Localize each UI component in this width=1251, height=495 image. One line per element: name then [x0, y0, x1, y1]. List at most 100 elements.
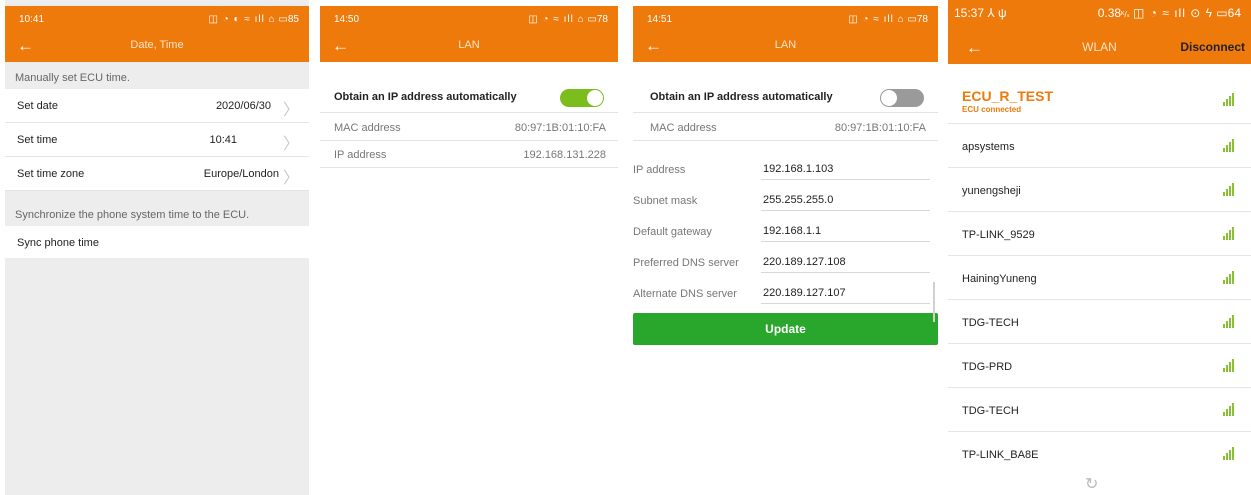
wifi-network-row[interactable]: TDG-PRD: [948, 344, 1251, 388]
mac-value: 80:97:1B:01:10:FA: [514, 122, 606, 134]
auto-ip-label: Obtain an IP address automatically: [334, 91, 517, 103]
battery-icon: ▭: [587, 14, 597, 25]
scrollbar[interactable]: [933, 282, 935, 322]
battery-level: 78: [596, 14, 608, 25]
chevron-right-icon: 〉: [282, 170, 299, 187]
signal-bar: [1223, 368, 1225, 372]
auto-ip-toggle[interactable]: [880, 89, 924, 107]
wifi-signal-icon: [1223, 93, 1235, 106]
signal-bar: [1223, 192, 1225, 196]
manual-caption: Manually set ECU time.: [15, 72, 130, 84]
wifi-signal-icon: [1223, 183, 1235, 196]
mac-value: 80:97:1B:01:10:FA: [834, 122, 926, 134]
signal-bar: [1226, 365, 1228, 372]
status-bar: 10:41 ◫ ◔ ◐ ≈ ıll ⌂ ▭85: [19, 14, 299, 25]
signal-bar: [1223, 324, 1225, 328]
wifi-ssid: apsystems: [962, 141, 1015, 153]
signal-bar: [1226, 277, 1228, 284]
status-indicators: ◫ ◔ ≈ ıll ⌂ ▭78: [848, 14, 928, 25]
subnet-mask-input[interactable]: [761, 189, 930, 211]
signal-bar: [1232, 271, 1234, 284]
wifi-network-row[interactable]: HainingYuneng: [948, 256, 1251, 300]
wifi-network-row[interactable]: apsystems: [948, 124, 1251, 168]
chevron-right-icon: 〉: [282, 102, 299, 119]
wifi-network-row[interactable]: TDG-TECH: [948, 388, 1251, 432]
status-icons: ◫ ◔ ≈ ıll ⌂: [528, 14, 585, 25]
wifi-signal-icon: [1223, 139, 1235, 152]
signal-bar: [1229, 318, 1231, 328]
default-gateway-input[interactable]: [761, 220, 930, 242]
sync-phone-time-row[interactable]: Sync phone time: [5, 226, 309, 258]
wifi-ssid: TDG-PRD: [962, 361, 1013, 373]
field-label: Alternate DNS server: [633, 288, 737, 300]
sync-caption: Synchronize the phone system time to the…: [15, 209, 250, 221]
lan-manual-screen: 14:51 ◫ ◔ ≈ ıll ⌂ ▭78 ← LAN Obtain an IP…: [633, 0, 938, 495]
row-label: Sync phone time: [17, 237, 99, 249]
field-label: IP address: [633, 164, 686, 176]
set-time-zone-row[interactable]: Set time zone Europe/London 〉: [5, 157, 309, 191]
wifi-ssid: TP-LINK_BA8E: [962, 449, 1039, 461]
signal-bar: [1229, 450, 1231, 460]
alternate-dns-input[interactable]: [761, 282, 930, 304]
wifi-signal-icon: [1223, 315, 1235, 328]
signal-bar: [1226, 321, 1228, 328]
preferred-dns-field-row: Preferred DNS server: [633, 248, 938, 278]
disconnect-button[interactable]: Disconnect: [1180, 40, 1245, 54]
mac-address-row: MAC address 80:97:1B:01:10:FA: [633, 113, 938, 141]
signal-bar: [1223, 280, 1225, 284]
battery-level: 78: [916, 14, 928, 25]
toggle-knob: [881, 90, 897, 106]
ip-address-field-row: IP address: [633, 155, 938, 185]
battery-level: 64: [1227, 6, 1241, 20]
ip-address-input[interactable]: [761, 158, 930, 180]
signal-bar: [1229, 406, 1231, 416]
battery-icon: ▭: [907, 14, 917, 25]
row-value: 10:41: [209, 134, 237, 146]
wifi-network-row[interactable]: TP-LINK_BA8E: [948, 432, 1251, 476]
status-time: 10:41: [19, 14, 45, 25]
wifi-signal-icon: [1223, 227, 1235, 240]
status-icons: ◫ ◔ ◐ ≈ ıll ⌂: [208, 14, 276, 25]
wifi-network-row[interactable]: yunengsheji: [948, 168, 1251, 212]
signal-bar: [1232, 403, 1234, 416]
signal-bar: [1232, 315, 1234, 328]
signal-bar: [1223, 412, 1225, 416]
ip-label: IP address: [334, 149, 387, 161]
auto-ip-toggle[interactable]: [560, 89, 604, 107]
mac-label: MAC address: [334, 122, 401, 134]
wifi-signal-icon: [1223, 271, 1235, 284]
app-bar: 14:50 ◫ ◔ ≈ ıll ⌂ ▭78 ← LAN: [320, 6, 618, 62]
battery-level: 85: [287, 14, 299, 25]
app-bar: 10:41 ◫ ◔ ◐ ≈ ıll ⌂ ▭85 ← Date, Time: [5, 6, 309, 62]
app-bar: 14:51 ◫ ◔ ≈ ıll ⌂ ▭78 ← LAN: [633, 6, 938, 62]
mac-label: MAC address: [650, 122, 717, 134]
signal-bar: [1232, 183, 1234, 196]
row-label: Set time: [17, 134, 58, 146]
status-time: 14:51: [647, 14, 673, 25]
signal-bar: [1226, 99, 1228, 106]
signal-bar: [1229, 186, 1231, 196]
signal-bar: [1229, 362, 1231, 372]
alternate-dns-field-row: Alternate DNS server: [633, 279, 938, 309]
network-speed: 0.38: [1097, 6, 1122, 20]
preferred-dns-input[interactable]: [761, 251, 930, 273]
set-time-row[interactable]: Set time 10:41 〉: [5, 123, 309, 157]
battery-icon: ▭: [1216, 6, 1228, 20]
battery-icon: ▭: [278, 14, 288, 25]
signal-bar: [1226, 409, 1228, 416]
refresh-icon[interactable]: ↻: [1085, 474, 1098, 494]
wifi-network-row[interactable]: ECU_R_TEST ECU connected: [948, 78, 1251, 124]
status-icons: ◫ ◔ ≈ ıll ⊙ ϟ: [1133, 6, 1213, 20]
row-value: Europe/London: [203, 168, 279, 180]
update-button[interactable]: Update: [633, 313, 938, 345]
date-time-screen: 10:41 ◫ ◔ ◐ ≈ ıll ⌂ ▭85 ← Date, Time Man…: [5, 0, 309, 495]
signal-bar: [1229, 274, 1231, 284]
set-date-row[interactable]: Set date 2020/06/30 〉: [5, 89, 309, 123]
page-title: LAN: [774, 39, 797, 51]
wifi-network-row[interactable]: TDG-TECH: [948, 300, 1251, 344]
wifi-network-row[interactable]: TP-LINK_9529: [948, 212, 1251, 256]
ip-address-row: IP address 192.168.131.228: [320, 140, 618, 168]
signal-bar: [1226, 189, 1228, 196]
status-indicators: ◫ ◔ ◐ ≈ ıll ⌂ ▭85: [208, 14, 299, 25]
wifi-signal-icon: [1223, 403, 1235, 416]
